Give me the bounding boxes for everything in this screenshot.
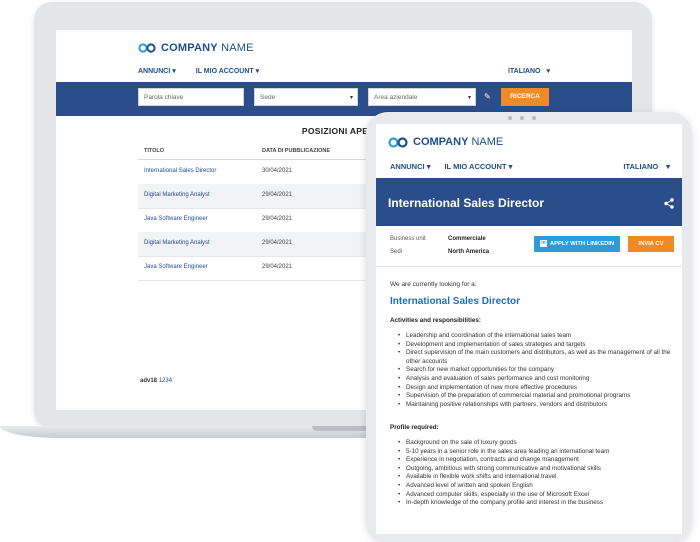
chevron-down-icon: ▾ bbox=[508, 162, 513, 171]
list-item: Advanced level of written and spoken Eng… bbox=[398, 482, 676, 491]
profile-list: Background on the sale of luxury goods 5… bbox=[398, 439, 676, 508]
job-date: 29/04/2021 bbox=[262, 264, 293, 270]
main-nav: ANNUNCI ▾ IL MIO ACCOUNT ▾ bbox=[138, 67, 259, 75]
meta-value: Commerciale bbox=[448, 236, 486, 242]
area-select[interactable]: Area aziendale ▾ bbox=[368, 88, 476, 106]
activities-list: Leadership and coordination of the inter… bbox=[398, 332, 676, 409]
tablet-sensor bbox=[508, 116, 512, 120]
logo-text: COMPANY NAME bbox=[413, 136, 504, 148]
column-header-title[interactable]: TITOLO bbox=[144, 148, 164, 154]
job-date: 29/04/2021 bbox=[262, 192, 293, 198]
tablet-sensor bbox=[532, 116, 536, 120]
share-icon[interactable] bbox=[664, 196, 674, 214]
activities-title: Activities and responsibilities: bbox=[390, 317, 481, 324]
list-item: Design and implementation of new more ef… bbox=[398, 384, 676, 393]
location-select[interactable]: Sede ▾ bbox=[254, 88, 358, 106]
column-header-date[interactable]: DATA DI PUBBLICAZIONE bbox=[262, 148, 330, 154]
job-heading: International Sales Director bbox=[390, 296, 521, 307]
nav-my-account[interactable]: IL MIO ACCOUNT ▾ bbox=[196, 67, 259, 75]
job-date: 29/04/2021 bbox=[262, 216, 293, 222]
logo-infinity-icon bbox=[388, 136, 408, 148]
job-title-link[interactable]: Java Software Engineer bbox=[144, 264, 208, 270]
job-title-link[interactable]: Digital Marketing Analyst bbox=[144, 192, 210, 198]
keyword-input[interactable]: Parola chiave bbox=[138, 88, 244, 106]
language-selector[interactable]: ITALIANO ▾ bbox=[623, 162, 670, 171]
job-title: International Sales Director bbox=[388, 196, 545, 210]
job-date: 30/04/2021 bbox=[262, 168, 293, 174]
intro-text: We are currently looking for a: bbox=[390, 281, 477, 288]
job-title-link[interactable]: Digital Marketing Analyst bbox=[144, 240, 210, 246]
chevron-down-icon: ▾ bbox=[255, 68, 260, 75]
meta-value: North America bbox=[448, 249, 490, 255]
chevron-down-icon: ▾ bbox=[546, 68, 550, 75]
list-item: Background on the sale of luxury goods bbox=[398, 439, 676, 448]
chevron-down-icon: ▾ bbox=[172, 68, 176, 75]
apply-linkedin-button[interactable]: in APPLY WITH LINKEDIN bbox=[534, 236, 620, 252]
caret-down-icon: ▾ bbox=[349, 95, 353, 101]
company-logo[interactable]: COMPANY NAME bbox=[138, 42, 254, 54]
language-selector[interactable]: ITALIANO ▾ bbox=[508, 67, 550, 75]
list-item: Direct supervision of the main customers… bbox=[398, 349, 676, 366]
job-date: 29/04/2021 bbox=[262, 240, 293, 246]
logo-infinity-icon bbox=[138, 43, 156, 53]
list-item: Experience in negotiation, contracts and… bbox=[398, 456, 676, 465]
list-item: Maintaining positive relationships with … bbox=[398, 401, 676, 410]
search-button[interactable]: RICERCA bbox=[501, 88, 549, 106]
job-title-link[interactable]: Java Software Engineer bbox=[144, 216, 208, 222]
nav-annunci[interactable]: ANNUNCI ▾ bbox=[138, 67, 176, 75]
list-item: Outgoing, ambitious with strong communic… bbox=[398, 465, 676, 474]
list-item: 5-10 years in a senior role in the sales… bbox=[398, 448, 676, 457]
list-item: Development and implementation of sales … bbox=[398, 341, 676, 350]
list-item: Leadership and coordination of the inter… bbox=[398, 332, 676, 341]
meta-label: Business unit bbox=[390, 236, 426, 242]
list-item: In-depth knowledge of the company profil… bbox=[398, 499, 676, 508]
divider bbox=[376, 266, 682, 267]
profile-title: Profile required: bbox=[390, 424, 439, 431]
eraser-icon[interactable]: ✎ bbox=[484, 92, 491, 101]
nav-my-account[interactable]: IL MIO ACCOUNT ▾ bbox=[444, 162, 512, 171]
tablet-sensor bbox=[520, 116, 524, 120]
send-cv-button[interactable]: INVIA CV bbox=[628, 236, 674, 252]
list-item: Supervision of the preparation of commer… bbox=[398, 392, 676, 401]
main-nav: ANNUNCI ▾ IL MIO ACCOUNT ▾ bbox=[390, 162, 512, 171]
chevron-down-icon: ▾ bbox=[666, 162, 670, 171]
company-logo[interactable]: COMPANY NAME bbox=[388, 136, 503, 148]
list-item: Available in flexible work shifts and in… bbox=[398, 473, 676, 482]
meta-label: Sedi bbox=[390, 249, 403, 255]
linkedin-icon: in bbox=[539, 239, 547, 247]
nav-annunci[interactable]: ANNUNCI ▾ bbox=[390, 162, 430, 171]
list-item: Search for new market opportunities for … bbox=[398, 366, 676, 375]
logo-text: COMPANY NAME bbox=[161, 42, 254, 54]
list-item: Analysis and evaluation of sales perform… bbox=[398, 375, 676, 384]
chevron-down-icon: ▾ bbox=[426, 162, 431, 171]
caret-down-icon: ▾ bbox=[467, 95, 471, 101]
job-title-link[interactable]: International Sales Director bbox=[144, 168, 216, 174]
tablet-screen: COMPANY NAME ANNUNCI ▾ IL MIO ACCOUNT ▾ … bbox=[376, 124, 682, 534]
pagination: adv18 1234 bbox=[140, 378, 173, 384]
page-links[interactable]: 1234 bbox=[159, 378, 172, 384]
list-item: Advanced computer skills, especially in … bbox=[398, 491, 676, 500]
